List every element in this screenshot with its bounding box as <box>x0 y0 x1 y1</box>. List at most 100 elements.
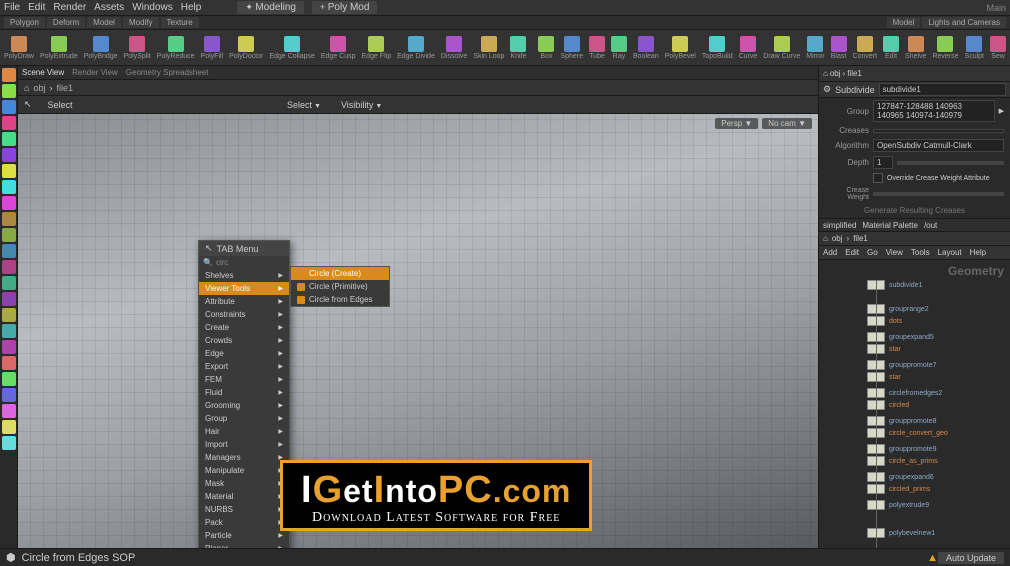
shelf-tool[interactable]: Sphere <box>560 36 583 60</box>
left-tool[interactable] <box>2 260 16 274</box>
shelf-tool[interactable]: Tube <box>589 36 605 60</box>
network-menu-item[interactable]: Layout <box>938 248 962 257</box>
tab-menu-item[interactable]: Manipulate▶ <box>199 464 289 477</box>
left-tool[interactable] <box>2 116 16 130</box>
network-node[interactable]: grouppromote7 <box>867 360 936 370</box>
menu-windows[interactable]: Windows <box>132 2 173 13</box>
shelf-tool[interactable]: Boolean <box>633 36 659 60</box>
left-tool[interactable] <box>2 68 16 82</box>
pane-tab-renderview[interactable]: Render View <box>72 68 118 77</box>
shelf-tool[interactable]: Edge Divide <box>397 36 435 60</box>
shelf-tool[interactable]: Ray <box>611 36 627 60</box>
shelf-tab[interactable]: Deform <box>47 17 85 28</box>
network-tab[interactable]: /out <box>924 221 937 230</box>
shelf-tool[interactable]: Edit <box>883 36 899 60</box>
shelf-tool[interactable]: PolyBevel <box>665 36 696 60</box>
tab-menu-item[interactable]: Import▶ <box>199 438 289 451</box>
left-tool[interactable] <box>2 244 16 258</box>
left-tool[interactable] <box>2 212 16 226</box>
depth-slider[interactable] <box>897 161 1004 165</box>
shelf-tool[interactable]: Reverse <box>932 36 958 60</box>
warning-icon[interactable]: ▲ <box>927 552 938 564</box>
select-mode[interactable]: Select▼ <box>283 99 325 111</box>
left-tool[interactable] <box>2 388 16 402</box>
left-tool[interactable] <box>2 292 16 306</box>
breadcrumb-node[interactable]: file1 <box>56 83 73 93</box>
left-tool[interactable] <box>2 308 16 322</box>
shelf-tool[interactable]: Edge Cusp <box>321 36 356 60</box>
tab-menu-item[interactable]: Attribute▶ <box>199 295 289 308</box>
camera-toggle[interactable]: No cam ▼ <box>762 118 812 129</box>
network-node[interactable]: circlefromedges2 <box>867 388 942 398</box>
shelf-tool[interactable]: PolyBridge <box>84 36 118 60</box>
left-tool[interactable] <box>2 324 16 338</box>
shelf-tool[interactable]: PolySplit <box>124 36 151 60</box>
submenu-circle-primitive[interactable]: Circle (Primitive) <box>291 280 389 293</box>
tab-menu-search[interactable]: 🔍circ <box>199 256 289 269</box>
pane-tab-sceneview[interactable]: Scene View <box>22 68 64 77</box>
crease-slider[interactable] <box>873 192 1004 196</box>
left-tool[interactable] <box>2 100 16 114</box>
network-node[interactable]: grouppromote9 <box>867 444 936 454</box>
visibility-mode[interactable]: Visibility▼ <box>337 99 386 111</box>
home-icon[interactable]: ⌂ <box>823 69 828 78</box>
shelf-tool[interactable]: PolyDraw <box>4 36 34 60</box>
network-node[interactable]: circle_convert_geo <box>867 428 948 438</box>
shelf-tool[interactable]: Knife <box>510 36 526 60</box>
network-tab[interactable]: simplified <box>823 221 856 230</box>
desktop-tab-polymod[interactable]: + Poly Mod <box>312 1 377 14</box>
shelf-tool[interactable]: Draw Curve <box>763 36 800 60</box>
group-field[interactable]: 127847-128488 140963 140965 140974-14097… <box>873 100 995 122</box>
breadcrumb[interactable]: obj <box>832 234 843 243</box>
override-checkbox[interactable] <box>873 173 883 183</box>
select-button[interactable]: Select <box>44 99 77 111</box>
left-tool[interactable] <box>2 132 16 146</box>
network-editor[interactable]: Geometry subdivide1grouprange2dotsgroupe… <box>819 260 1010 548</box>
tab-menu-item[interactable]: Group▶ <box>199 412 289 425</box>
left-tool[interactable] <box>2 228 16 242</box>
tab-menu-item[interactable]: Viewer Tools▶ <box>199 282 289 295</box>
left-tool[interactable] <box>2 436 16 450</box>
tab-menu-item[interactable]: Hair▶ <box>199 425 289 438</box>
network-menu-item[interactable]: Go <box>867 248 878 257</box>
menu-render[interactable]: Render <box>53 2 86 13</box>
tab-menu-item[interactable]: Pack▶ <box>199 516 289 529</box>
shelf-tab[interactable]: Polygon <box>4 17 45 28</box>
menu-file[interactable]: File <box>4 2 20 13</box>
shelf-tool[interactable]: Box <box>538 36 554 60</box>
shelf-tool[interactable]: PolyReduce <box>157 36 195 60</box>
left-tool[interactable] <box>2 276 16 290</box>
left-tool[interactable] <box>2 356 16 370</box>
network-node[interactable]: polybevelnew1 <box>867 528 935 538</box>
node-name-field[interactable]: subdivide1 <box>879 83 1006 96</box>
left-tool[interactable] <box>2 404 16 418</box>
shelf-tab[interactable]: Model <box>887 17 921 28</box>
pane-tab-spreadsheet[interactable]: Geometry Spreadsheet <box>126 68 209 77</box>
submenu-circle-create[interactable]: Circle (Create) <box>291 267 389 280</box>
breadcrumb[interactable]: file1 <box>847 69 862 78</box>
left-tool[interactable] <box>2 372 16 386</box>
tab-menu-item[interactable]: Managers▶ <box>199 451 289 464</box>
creases-field[interactable] <box>873 129 1004 133</box>
tab-menu-item[interactable]: Planar▶ <box>199 542 289 548</box>
network-menu-item[interactable]: Edit <box>845 248 859 257</box>
shelf-tab[interactable]: Model <box>87 17 121 28</box>
auto-update-button[interactable]: Auto Update <box>938 552 1004 564</box>
menu-assets[interactable]: Assets <box>94 2 124 13</box>
persp-toggle[interactable]: Persp ▼ <box>715 118 758 129</box>
shelf-tool[interactable]: Edge Flip <box>362 36 392 60</box>
network-node[interactable]: dots <box>867 316 902 326</box>
network-node[interactable]: circle_as_prims <box>867 456 938 466</box>
shelf-tool[interactable]: Dissolve <box>441 36 467 60</box>
left-tool[interactable] <box>2 180 16 194</box>
tab-menu-item[interactable]: Constraints▶ <box>199 308 289 321</box>
home-icon[interactable]: ⌂ <box>823 234 828 243</box>
left-tool[interactable] <box>2 420 16 434</box>
tab-menu-item[interactable]: Particle▶ <box>199 529 289 542</box>
network-node[interactable]: star <box>867 372 901 382</box>
tab-menu-item[interactable]: Crowds▶ <box>199 334 289 347</box>
breadcrumb[interactable]: obj <box>830 69 841 78</box>
network-menu-item[interactable]: Tools <box>911 248 930 257</box>
shelf-tool[interactable]: Shelve <box>905 36 926 60</box>
shelf-tool[interactable]: Mirror <box>806 36 824 60</box>
